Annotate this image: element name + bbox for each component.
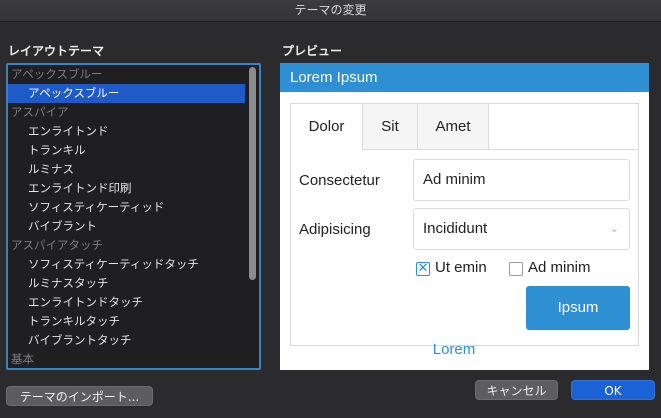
theme-list-item[interactable]: ソフィスティケーティッド (8, 198, 259, 217)
theme-list-item[interactable]: ルミナス (8, 160, 259, 179)
theme-list-label: レイアウトテーマ (8, 44, 105, 58)
import-theme-button[interactable]: テーマのインポート... (6, 386, 153, 406)
theme-preview: Lorem Ipsum Dolor Sit Amet Consectetur A… (280, 63, 649, 370)
theme-group-header: アペックスブルー (11, 67, 103, 81)
ipsum-button[interactable]: Ipsum (526, 286, 630, 330)
theme-list-scrollbar[interactable] (249, 67, 256, 280)
theme-list-item[interactable]: ルミナスタッチ (8, 274, 259, 293)
preview-header: Lorem Ipsum (280, 63, 649, 92)
theme-list-item[interactable]: トランキルタッチ (8, 312, 259, 331)
theme-list-item[interactable]: エンライトンドタッチ (8, 293, 259, 312)
theme-list-item[interactable]: アペックスブルー (8, 84, 245, 103)
window-titlebar: テーマの変更 (0, 0, 661, 22)
theme-group-header: 基本 (11, 352, 34, 366)
theme-list-item[interactable]: バイブラント (8, 217, 259, 236)
theme-group-header: アスパイアタッチ (11, 238, 103, 252)
window-title: テーマの変更 (294, 3, 367, 17)
cancel-button[interactable]: キャンセル (475, 380, 558, 400)
theme-list-item[interactable]: トランキル (8, 141, 259, 160)
theme-list-item[interactable]: バイブラントタッチ (8, 331, 259, 350)
theme-list-item[interactable]: エンライトンド (8, 122, 259, 141)
theme-group-header: アスパイア (11, 105, 69, 119)
theme-list-item[interactable]: エンライトンド印刷 (8, 179, 259, 198)
lorem-button[interactable]: Lorem (414, 329, 494, 371)
theme-list[interactable]: アペックスブルー アペックスブルー アスパイア エンライトンド トランキル ルミナス エンラ… (6, 63, 261, 370)
preview-label: プレビュー (282, 44, 343, 58)
theme-list-item[interactable]: ソフィスティケーティッドタッチ (8, 255, 259, 274)
watermark-logo (631, 396, 657, 414)
